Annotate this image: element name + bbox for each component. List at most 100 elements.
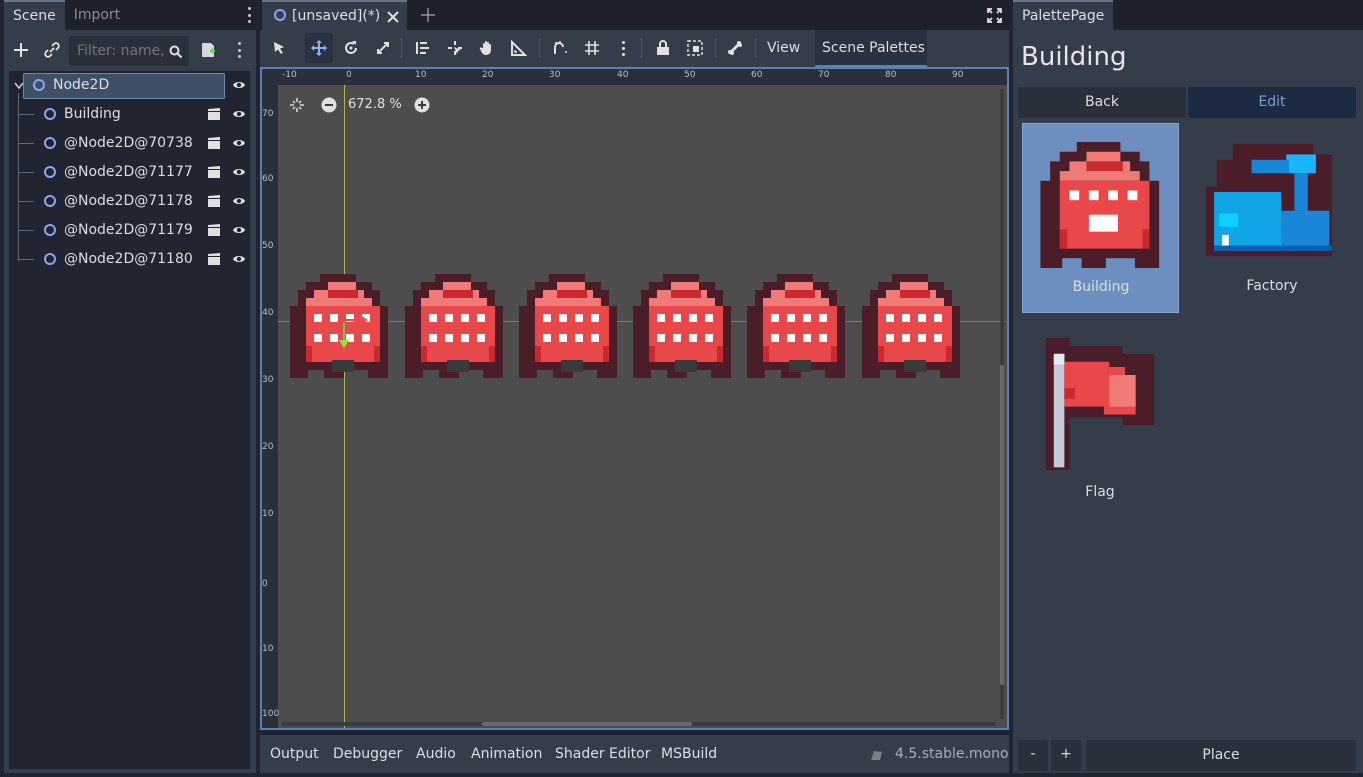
group-button[interactable]: [681, 33, 709, 63]
node-label: @Node2D@71177: [64, 164, 193, 180]
visibility-eye-icon[interactable]: [232, 107, 246, 121]
horizontal-ruler: -10 0 10 20 30 40 50 60 70 80 90: [262, 69, 1007, 85]
smart-snap-button[interactable]: [546, 33, 574, 63]
rotate-tool-button[interactable]: [337, 33, 365, 63]
snap-options-button[interactable]: [609, 33, 637, 63]
node-label: @Node2D@71178: [64, 193, 193, 209]
fullscreen-icon[interactable]: [987, 8, 1002, 23]
tab-animation[interactable]: Animation: [471, 746, 542, 762]
tree-row[interactable]: @Node2D@71179: [9, 216, 250, 245]
palette-dock: PalettePage Building Back Edit Building: [1013, 0, 1363, 773]
building-sprite[interactable]: [747, 274, 845, 378]
close-icon[interactable]: [387, 11, 399, 23]
scene-menu-icon[interactable]: [234, 42, 244, 58]
ruler-label: 10: [262, 509, 274, 519]
center-view-icon[interactable]: [290, 98, 304, 112]
tree-row[interactable]: @Node2D@71177: [9, 158, 250, 187]
tab-audio[interactable]: Audio: [416, 746, 456, 762]
place-button[interactable]: Place: [1086, 740, 1356, 771]
ruler-label: 20: [262, 442, 274, 452]
tree-row[interactable]: @Node2D@71180: [9, 245, 250, 274]
tab-msbuild[interactable]: MSBuild: [661, 746, 717, 762]
ruler-label: -10: [282, 70, 297, 80]
vertical-scroll-thumb[interactable]: [1000, 365, 1004, 685]
building-sprite[interactable]: [633, 274, 731, 378]
tab-scene[interactable]: Scene: [4, 0, 65, 30]
building-sprite[interactable]: [862, 274, 960, 378]
view-menu[interactable]: View: [767, 40, 800, 56]
open-scene-icon[interactable]: [207, 136, 221, 150]
back-button[interactable]: Back: [1018, 87, 1186, 118]
visibility-eye-icon[interactable]: [232, 194, 246, 208]
ruler-tool-button[interactable]: [505, 33, 533, 63]
list-select-button[interactable]: [409, 33, 437, 63]
visibility-eye-icon[interactable]: [232, 165, 246, 179]
scene-palettes-button[interactable]: Scene Palettes: [815, 30, 927, 67]
zoom-plus-button[interactable]: +: [1051, 740, 1081, 771]
zoom-out-icon[interactable]: [321, 97, 337, 113]
smart-snap-icon: [554, 41, 567, 54]
open-scene-icon[interactable]: [207, 223, 221, 237]
visibility-eye-icon[interactable]: [232, 78, 246, 92]
tree-row[interactable]: Node2D: [9, 71, 250, 100]
zoom-in-icon[interactable]: [414, 97, 430, 113]
open-scene-icon[interactable]: [207, 107, 221, 121]
open-scene-icon[interactable]: [207, 165, 221, 179]
palette-item-factory[interactable]: Factory: [1194, 123, 1351, 313]
zoom-minus-button[interactable]: -: [1018, 740, 1048, 771]
ruler-label: 50: [262, 241, 274, 251]
node-label: Node2D: [53, 77, 110, 93]
canvas-viewport[interactable]: -10 0 10 20 30 40 50 60 70 80 90 70 60 5…: [260, 67, 1009, 730]
tab-debugger[interactable]: Debugger: [333, 746, 402, 762]
edit-button[interactable]: Edit: [1188, 87, 1356, 118]
scale-tool-button[interactable]: [369, 33, 397, 63]
open-scene-icon[interactable]: [207, 194, 221, 208]
zoom-level[interactable]: 672.8 %: [348, 97, 402, 112]
tab-import[interactable]: Import: [65, 0, 129, 30]
tree-row[interactable]: @Node2D@70738: [9, 129, 250, 158]
list-select-icon: [416, 42, 429, 54]
pivot-icon: [448, 41, 462, 55]
pan-tool-button[interactable]: [473, 33, 501, 63]
filter-field[interactable]: [69, 36, 189, 66]
canvas-toolbar: View Scene Palettes: [260, 30, 1009, 67]
pivot-tool-button[interactable]: [441, 33, 469, 63]
palette-item-building[interactable]: Building: [1022, 123, 1179, 313]
building-sprite[interactable]: [405, 274, 503, 378]
vertical-scrollbar[interactable]: [1000, 89, 1004, 719]
visibility-eye-icon[interactable]: [232, 223, 246, 237]
lock-button[interactable]: [649, 33, 677, 63]
tree-row[interactable]: @Node2D@71178: [9, 187, 250, 216]
dock-menu-icon[interactable]: [244, 7, 254, 23]
tree-row[interactable]: Building: [9, 100, 250, 129]
attach-script-icon[interactable]: [200, 42, 216, 58]
move-gizmo[interactable]: [338, 310, 368, 352]
visibility-eye-icon[interactable]: [232, 252, 246, 266]
palette-item-flag[interactable]: Flag: [1022, 330, 1179, 505]
horizontal-scroll-thumb[interactable]: [482, 722, 692, 726]
new-tab-icon[interactable]: [421, 8, 435, 22]
add-node-icon[interactable]: [13, 42, 29, 58]
ruler-label: 80: [885, 70, 897, 80]
skeleton-button[interactable]: [721, 33, 749, 63]
select-tool-button[interactable]: [265, 33, 293, 63]
grid-snap-button[interactable]: [578, 33, 606, 63]
scale-icon: [377, 42, 389, 54]
node2d-icon: [44, 195, 56, 207]
instance-link-icon[interactable]: [44, 42, 60, 58]
ruler-label: 60: [751, 70, 763, 80]
tab-shader-editor[interactable]: Shader Editor: [555, 746, 650, 762]
palette-item-label: Factory: [1246, 278, 1298, 294]
move-tool-button[interactable]: [305, 33, 333, 63]
bottom-panel: Output Debugger Audio Animation Shader E…: [260, 735, 1009, 773]
horizontal-scrollbar[interactable]: [282, 722, 996, 726]
open-scene-icon[interactable]: [207, 252, 221, 266]
visibility-eye-icon[interactable]: [232, 136, 246, 150]
tab-output[interactable]: Output: [270, 746, 319, 762]
building-sprite[interactable]: [519, 274, 617, 378]
tab-palette-page[interactable]: PalettePage: [1013, 0, 1114, 30]
node2d-icon: [274, 9, 286, 21]
building-instances: [290, 274, 960, 378]
filter-input[interactable]: [77, 43, 169, 59]
scene-tab[interactable]: [unsaved](*): [262, 0, 407, 30]
